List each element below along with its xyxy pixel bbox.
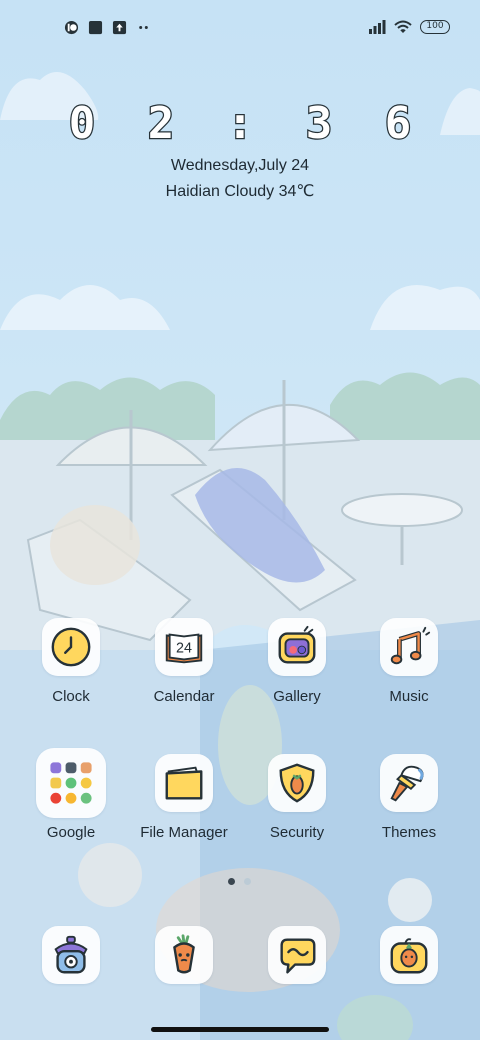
app-google-folder[interactable]: Google <box>11 748 131 842</box>
app-label: Security <box>269 824 325 841</box>
app-clock[interactable]: Clock <box>11 618 131 706</box>
app-security[interactable]: Security <box>237 754 357 842</box>
clock-icon <box>51 627 91 667</box>
dock-phone[interactable] <box>11 926 131 984</box>
app-calendar[interactable]: 24 Calendar <box>124 618 244 706</box>
clock-weather-widget[interactable]: 0 2 : 3 6 Wednesday,July 24 Haidian Clou… <box>0 98 480 202</box>
app-label: Calendar <box>153 688 215 705</box>
home-gesture-bar[interactable] <box>151 1027 329 1032</box>
chat-bubble-icon <box>280 938 316 974</box>
app-gallery[interactable]: Gallery <box>237 618 357 706</box>
app-themes[interactable]: Themes <box>349 754 469 842</box>
dock-chat[interactable] <box>237 926 357 984</box>
app-label: File Manager <box>140 824 228 841</box>
notification-icons <box>64 20 151 35</box>
page-dot-2[interactable] <box>244 878 251 885</box>
more-dots-icon <box>139 26 148 29</box>
app-label: Gallery <box>273 688 321 705</box>
battery-icon: 100 <box>420 20 450 34</box>
app-label: Music <box>389 688 429 705</box>
carrot-messaging-icon <box>173 934 195 974</box>
page-indicator[interactable] <box>228 878 251 885</box>
page-dot-1[interactable] <box>228 878 235 885</box>
paintbrush-icon <box>390 765 424 802</box>
date-display: Wednesday,July 24 <box>170 157 310 174</box>
app-music[interactable]: Music <box>349 618 469 706</box>
app-notification-icon <box>64 20 79 35</box>
upload-icon <box>112 20 127 35</box>
phone-icon <box>54 935 88 974</box>
carrot-camera-icon <box>390 938 428 974</box>
square-notification-icon <box>88 20 103 35</box>
calendar-date-badge: 24 <box>176 641 192 657</box>
system-icons: 100 <box>368 20 450 34</box>
dock-camera[interactable] <box>349 926 469 984</box>
signal-icon <box>369 20 386 34</box>
app-label: Google <box>46 824 96 841</box>
status-bar: 100 <box>0 14 480 42</box>
weather-display: Haidian Cloudy 34℃ <box>165 183 315 200</box>
music-note-icon <box>390 626 431 665</box>
dock-messaging[interactable] <box>124 926 244 984</box>
app-label: Clock <box>52 688 90 705</box>
time-display: 0 2 : 3 6 <box>68 98 425 149</box>
folder-icon <box>165 766 203 800</box>
google-folder-icon <box>50 762 92 804</box>
gallery-icon <box>278 625 316 664</box>
app-file-manager[interactable]: File Manager <box>124 754 244 842</box>
wifi-icon <box>394 20 412 33</box>
shield-icon <box>279 763 315 803</box>
app-label: Themes <box>381 824 437 841</box>
calendar-icon: 24 <box>165 633 203 664</box>
